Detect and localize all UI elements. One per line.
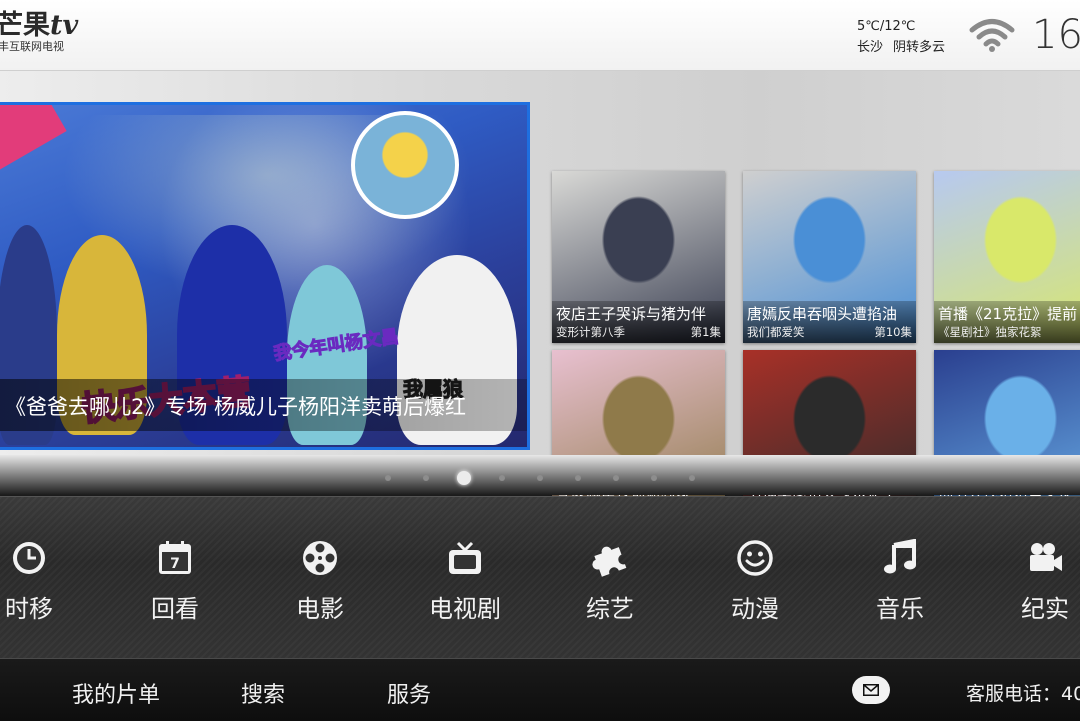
tile-episode: 第1集 [690, 325, 721, 339]
pagination-dot[interactable] [575, 475, 581, 481]
category-label: 音乐 [876, 595, 924, 623]
tv-icon [446, 539, 484, 577]
category-variety[interactable]: 综艺 [550, 539, 670, 629]
category-menu: 时移 7 回看 电影 电视剧 综艺 动漫 音乐 纪实 [0, 496, 1080, 659]
tile-meta: 夜店王子哭诉与猪为伴变形计第八季 第1集 [552, 301, 725, 343]
banner-inset-photo [351, 111, 459, 219]
wifi-icon [968, 17, 1016, 53]
service-link[interactable]: 服务 [387, 677, 431, 709]
pagination-dot[interactable] [689, 475, 695, 481]
video-camera-icon [1026, 539, 1064, 577]
category-anime[interactable]: 动漫 [695, 539, 815, 629]
weather-condition: 阴转多云 [893, 40, 946, 55]
category-label: 时移 [5, 595, 53, 623]
pagination-dot-active[interactable] [457, 471, 471, 485]
tile-episode: 第10集 [874, 325, 912, 339]
pagination-dot[interactable] [423, 475, 429, 481]
pagination-dot[interactable] [651, 475, 657, 481]
category-label: 动漫 [731, 595, 779, 623]
category-label: 电影 [296, 595, 344, 623]
pagination-dot[interactable] [613, 475, 619, 481]
category-label: 综艺 [586, 595, 634, 623]
carousel-pagination [0, 468, 1080, 488]
logo-tagline: 丰互联网电视 [0, 40, 64, 53]
tile-meta: 首播《21克拉》提前《星剧社》独家花絮第 [934, 301, 1080, 343]
tile-transformation[interactable]: 夜店王子哭诉与猪为伴变形计第八季 第1集 [552, 171, 725, 343]
category-label: 纪实 [1021, 595, 1069, 623]
category-movie[interactable]: 电影 [260, 539, 380, 629]
my-playlist-link[interactable]: 我的片单 [72, 677, 160, 709]
banner-caption: 《爸爸去哪儿2》专场 杨威儿子杨阳洋卖萌后爆红 [0, 379, 527, 431]
category-label: 回看 [151, 595, 199, 623]
mail-icon [863, 681, 879, 700]
tile-subtitle: 我们都爱笑 [747, 325, 805, 339]
clock: 16 [1032, 12, 1080, 58]
category-music[interactable]: 音乐 [840, 538, 960, 629]
clock-icon [10, 539, 48, 577]
category-replay[interactable]: 7 回看 [115, 539, 235, 629]
svg-text:7: 7 [170, 556, 180, 572]
puzzle-icon [591, 539, 629, 577]
tile-title: 首播《21克拉》提前 [938, 305, 1078, 323]
mail-button[interactable] [852, 676, 890, 704]
tile-laugh-show[interactable]: 唐嫣反串吞咽头遭掐油我们都爱笑 第10集 [743, 171, 916, 343]
weather-city: 长沙 [857, 40, 884, 55]
tile-subtitle: 《星剧社》独家花絮 [938, 325, 1042, 339]
film-reel-icon [301, 539, 339, 577]
weather-temp: 5℃/12℃ [857, 19, 916, 34]
tile-title: 夜店王子哭诉与猪为伴 [556, 305, 707, 323]
category-label: 电视剧 [429, 595, 501, 623]
featured-band: 快乐大本营 我今年叫杨文昌 我属狼 《爸爸去哪儿2》专场 杨威儿子杨阳洋卖萌后爆… [0, 71, 1080, 522]
smiley-icon [736, 539, 774, 577]
pagination-dot[interactable] [385, 475, 391, 481]
category-timeshift[interactable]: 时移 [0, 539, 89, 629]
tile-meta: 唐嫣反串吞咽头遭掐油我们都爱笑 第10集 [743, 301, 916, 343]
bottom-bar: 我的片单 搜索 服务 客服电话：40 [0, 658, 1080, 721]
weather-widget: 5℃/12℃ 长沙 阴转多云 [857, 16, 945, 58]
logo-wordmark: 芒果tv [0, 10, 79, 41]
featured-banner[interactable]: 快乐大本营 我今年叫杨文昌 我属狼 《爸爸去哪儿2》专场 杨威儿子杨阳洋卖萌后爆… [0, 102, 530, 450]
top-bar: 芒果tv 丰互联网电视 5℃/12℃ 长沙 阴转多云 16 [0, 0, 1080, 71]
pagination-dot[interactable] [499, 475, 505, 481]
hotline-text: 客服电话：40 [966, 683, 1080, 705]
calendar-icon: 7 [156, 539, 194, 577]
tile-title: 唐嫣反串吞咽头遭掐油 [747, 305, 898, 323]
tile-subtitle: 变形计第八季 [556, 325, 625, 339]
brand-logo: 芒果tv 丰互联网电视 [0, 12, 78, 54]
category-documentary[interactable]: 纪实 [985, 539, 1080, 629]
category-tv-series[interactable]: 电视剧 [405, 539, 525, 629]
tile-21-carat[interactable]: 首播《21克拉》提前《星剧社》独家花絮第 [934, 171, 1080, 343]
pagination-dot[interactable] [537, 475, 543, 481]
music-note-icon [881, 538, 919, 577]
banner-title: 《爸爸去哪儿2》专场 杨威儿子杨阳洋卖萌后爆红 [5, 395, 467, 419]
search-link[interactable]: 搜索 [241, 677, 285, 709]
